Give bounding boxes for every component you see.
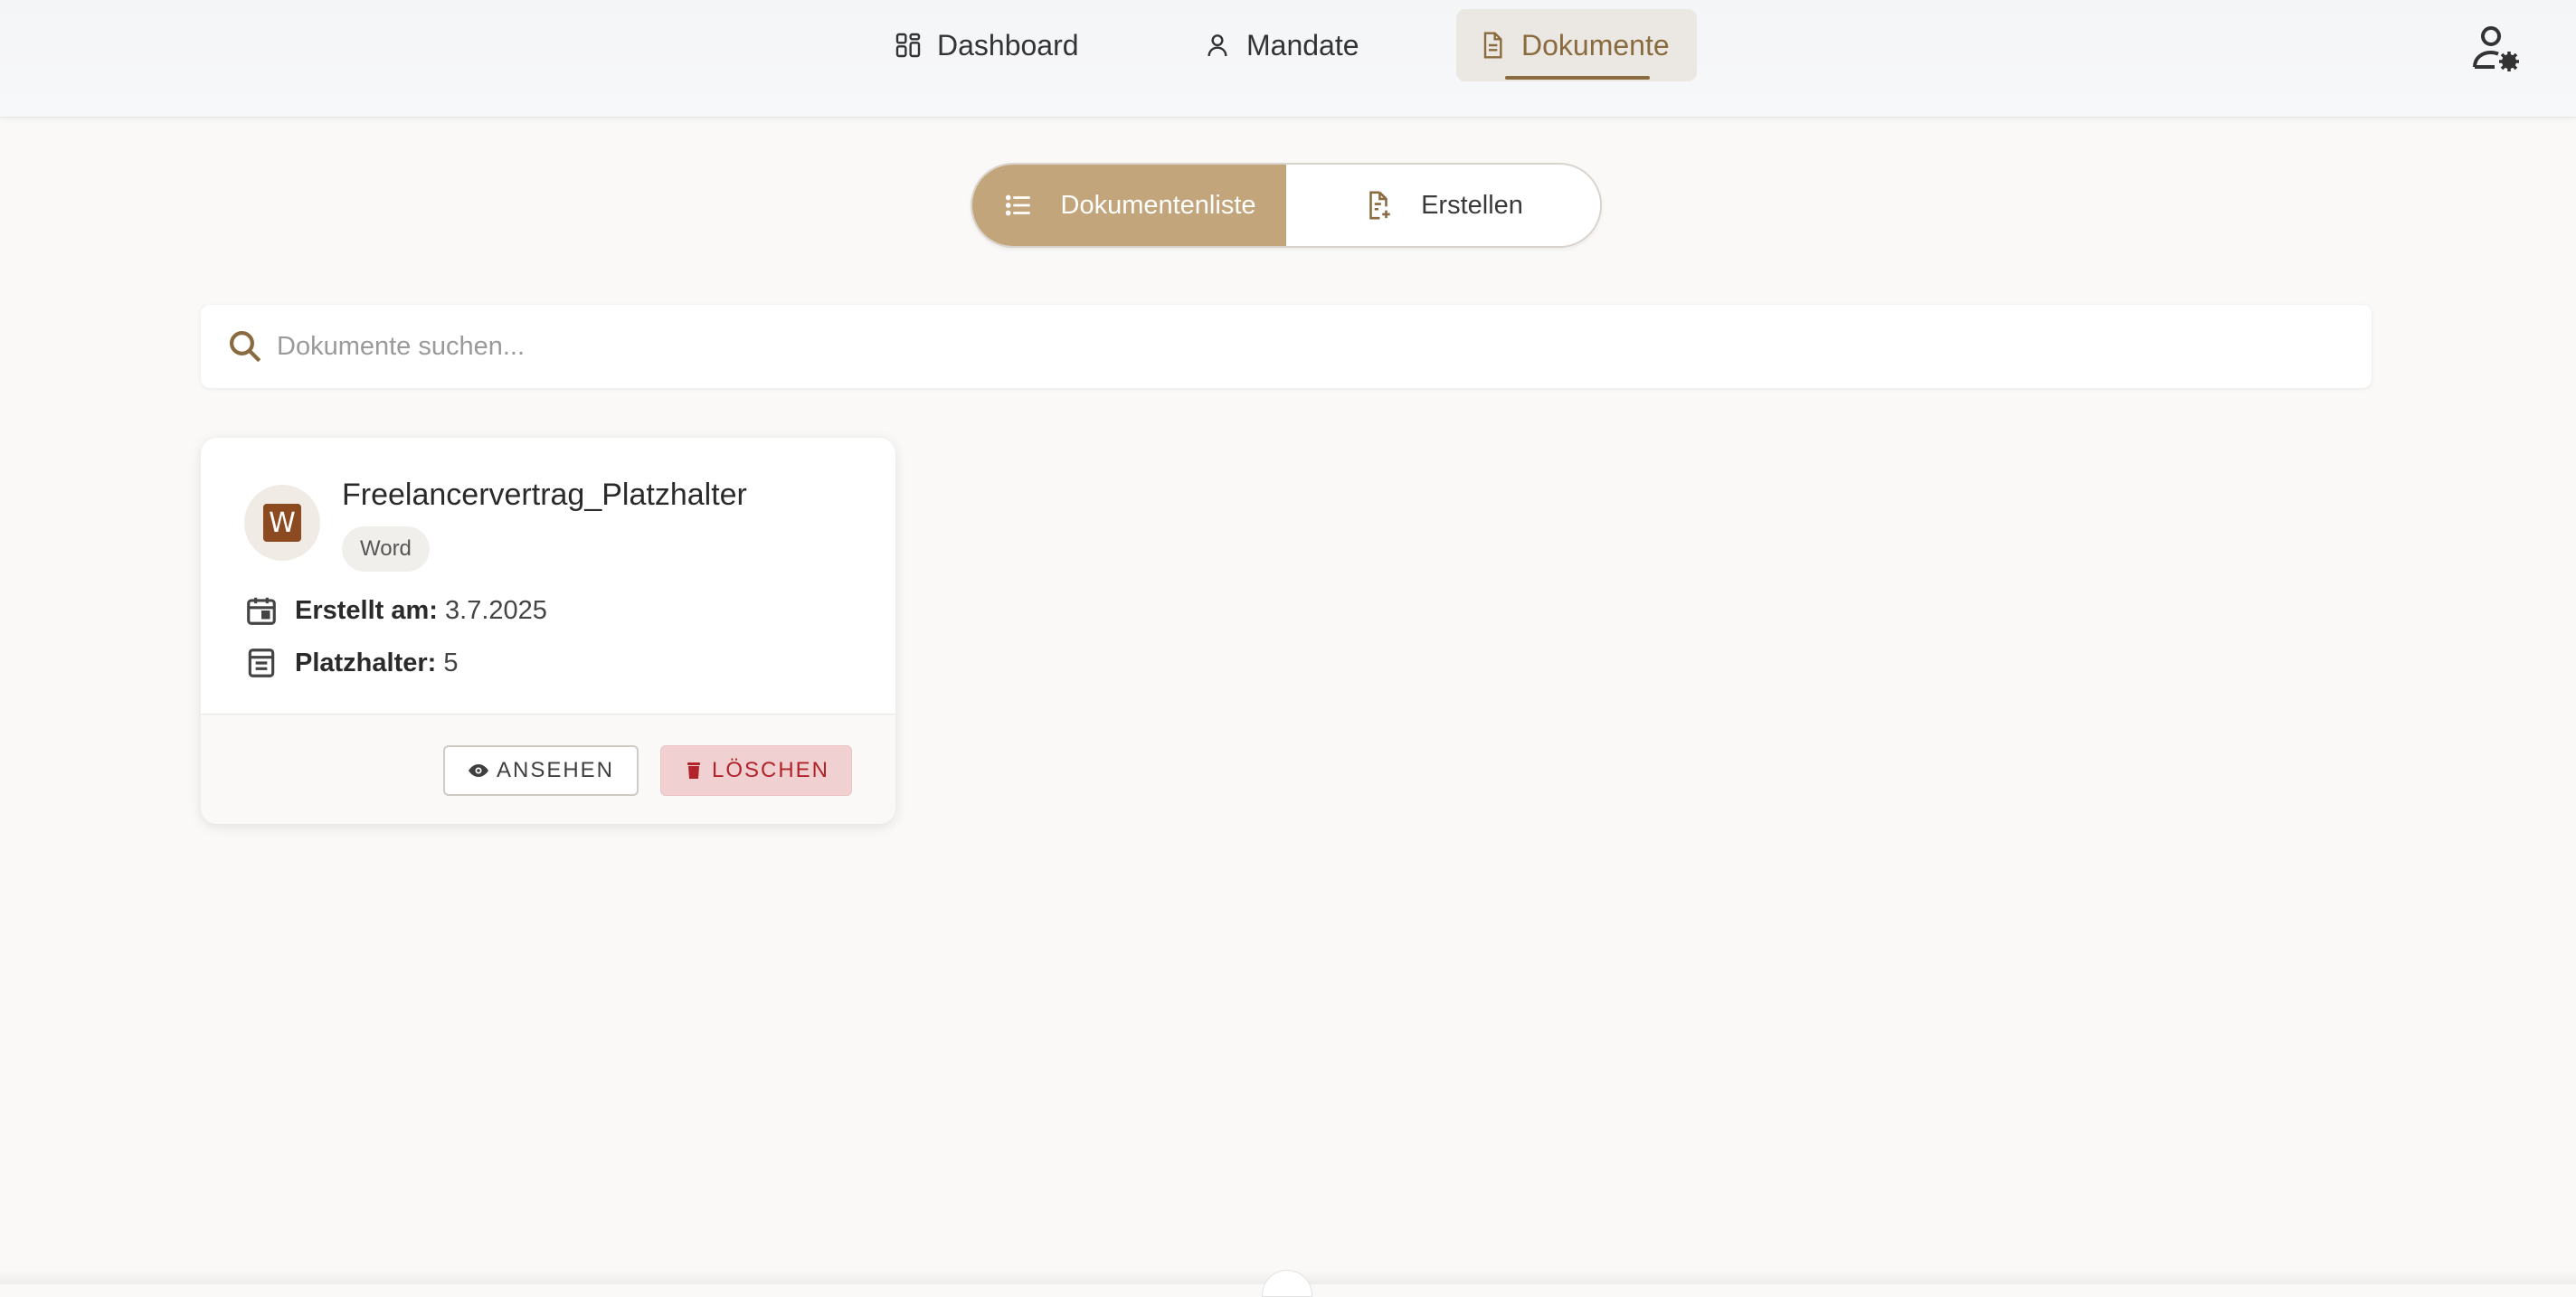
search-bar [201,305,2372,388]
search-icon [230,331,261,363]
toggle-label: Dokumentenliste [1060,190,1256,220]
toggle-create[interactable]: Erstellen [1286,165,1600,246]
document-title: Freelancervertrag_Platzhalter [342,478,747,512]
toggle-label: Erstellen [1421,190,1523,220]
view-button-label: ANSEHEN [496,758,615,782]
document-type-chip: Word [342,526,430,572]
word-file-avatar: W [244,485,320,561]
placeholder-list-icon [248,648,275,677]
nav-item-dokumente[interactable]: Dokumente [1456,9,1697,81]
nav-item-dashboard[interactable]: Dashboard [872,9,1101,81]
document-icon [1483,32,1502,59]
created-date-row: Erstellt am: 3.7.2025 [244,593,547,628]
created-label: Erstellt am: [295,595,438,625]
card-actions: ANSEHEN LÖSCHEN [201,714,895,824]
placeholders-label: Platzhalter: [295,648,437,677]
delete-button[interactable]: LÖSCHEN [660,745,852,796]
view-toggle: Dokumentenliste Erstellen [971,163,1602,248]
search-input[interactable] [277,319,2372,374]
word-icon: W [263,504,301,542]
delete-button-label: LÖSCHEN [711,758,830,782]
document-add-icon [1369,191,1390,220]
list-icon [1005,194,1030,216]
created-value: 3.7.2025 [445,595,547,625]
nav-item-label: Dokumente [1521,28,1670,62]
top-navigation: Dashboard Mandate Dokumente [0,0,2576,118]
toggle-document-list[interactable]: Dokumentenliste [972,165,1286,246]
user-settings-icon[interactable] [2471,24,2522,74]
person-icon [1208,34,1227,57]
calendar-icon [247,597,276,625]
placeholders-row: Platzhalter: 5 [244,646,459,680]
eye-icon [468,764,488,777]
nav-item-label: Dashboard [937,28,1079,62]
active-tab-indicator [1505,76,1650,80]
document-card: W Freelancervertrag_Platzhalter Word Ers… [201,438,895,824]
placeholders-value: 5 [443,648,459,677]
nav-item-mandate[interactable]: Mandate [1181,9,1381,81]
trash-icon [687,762,700,779]
dashboard-grid-icon [895,33,921,58]
nav-item-label: Mandate [1246,28,1359,62]
view-button[interactable]: ANSEHEN [443,745,639,796]
